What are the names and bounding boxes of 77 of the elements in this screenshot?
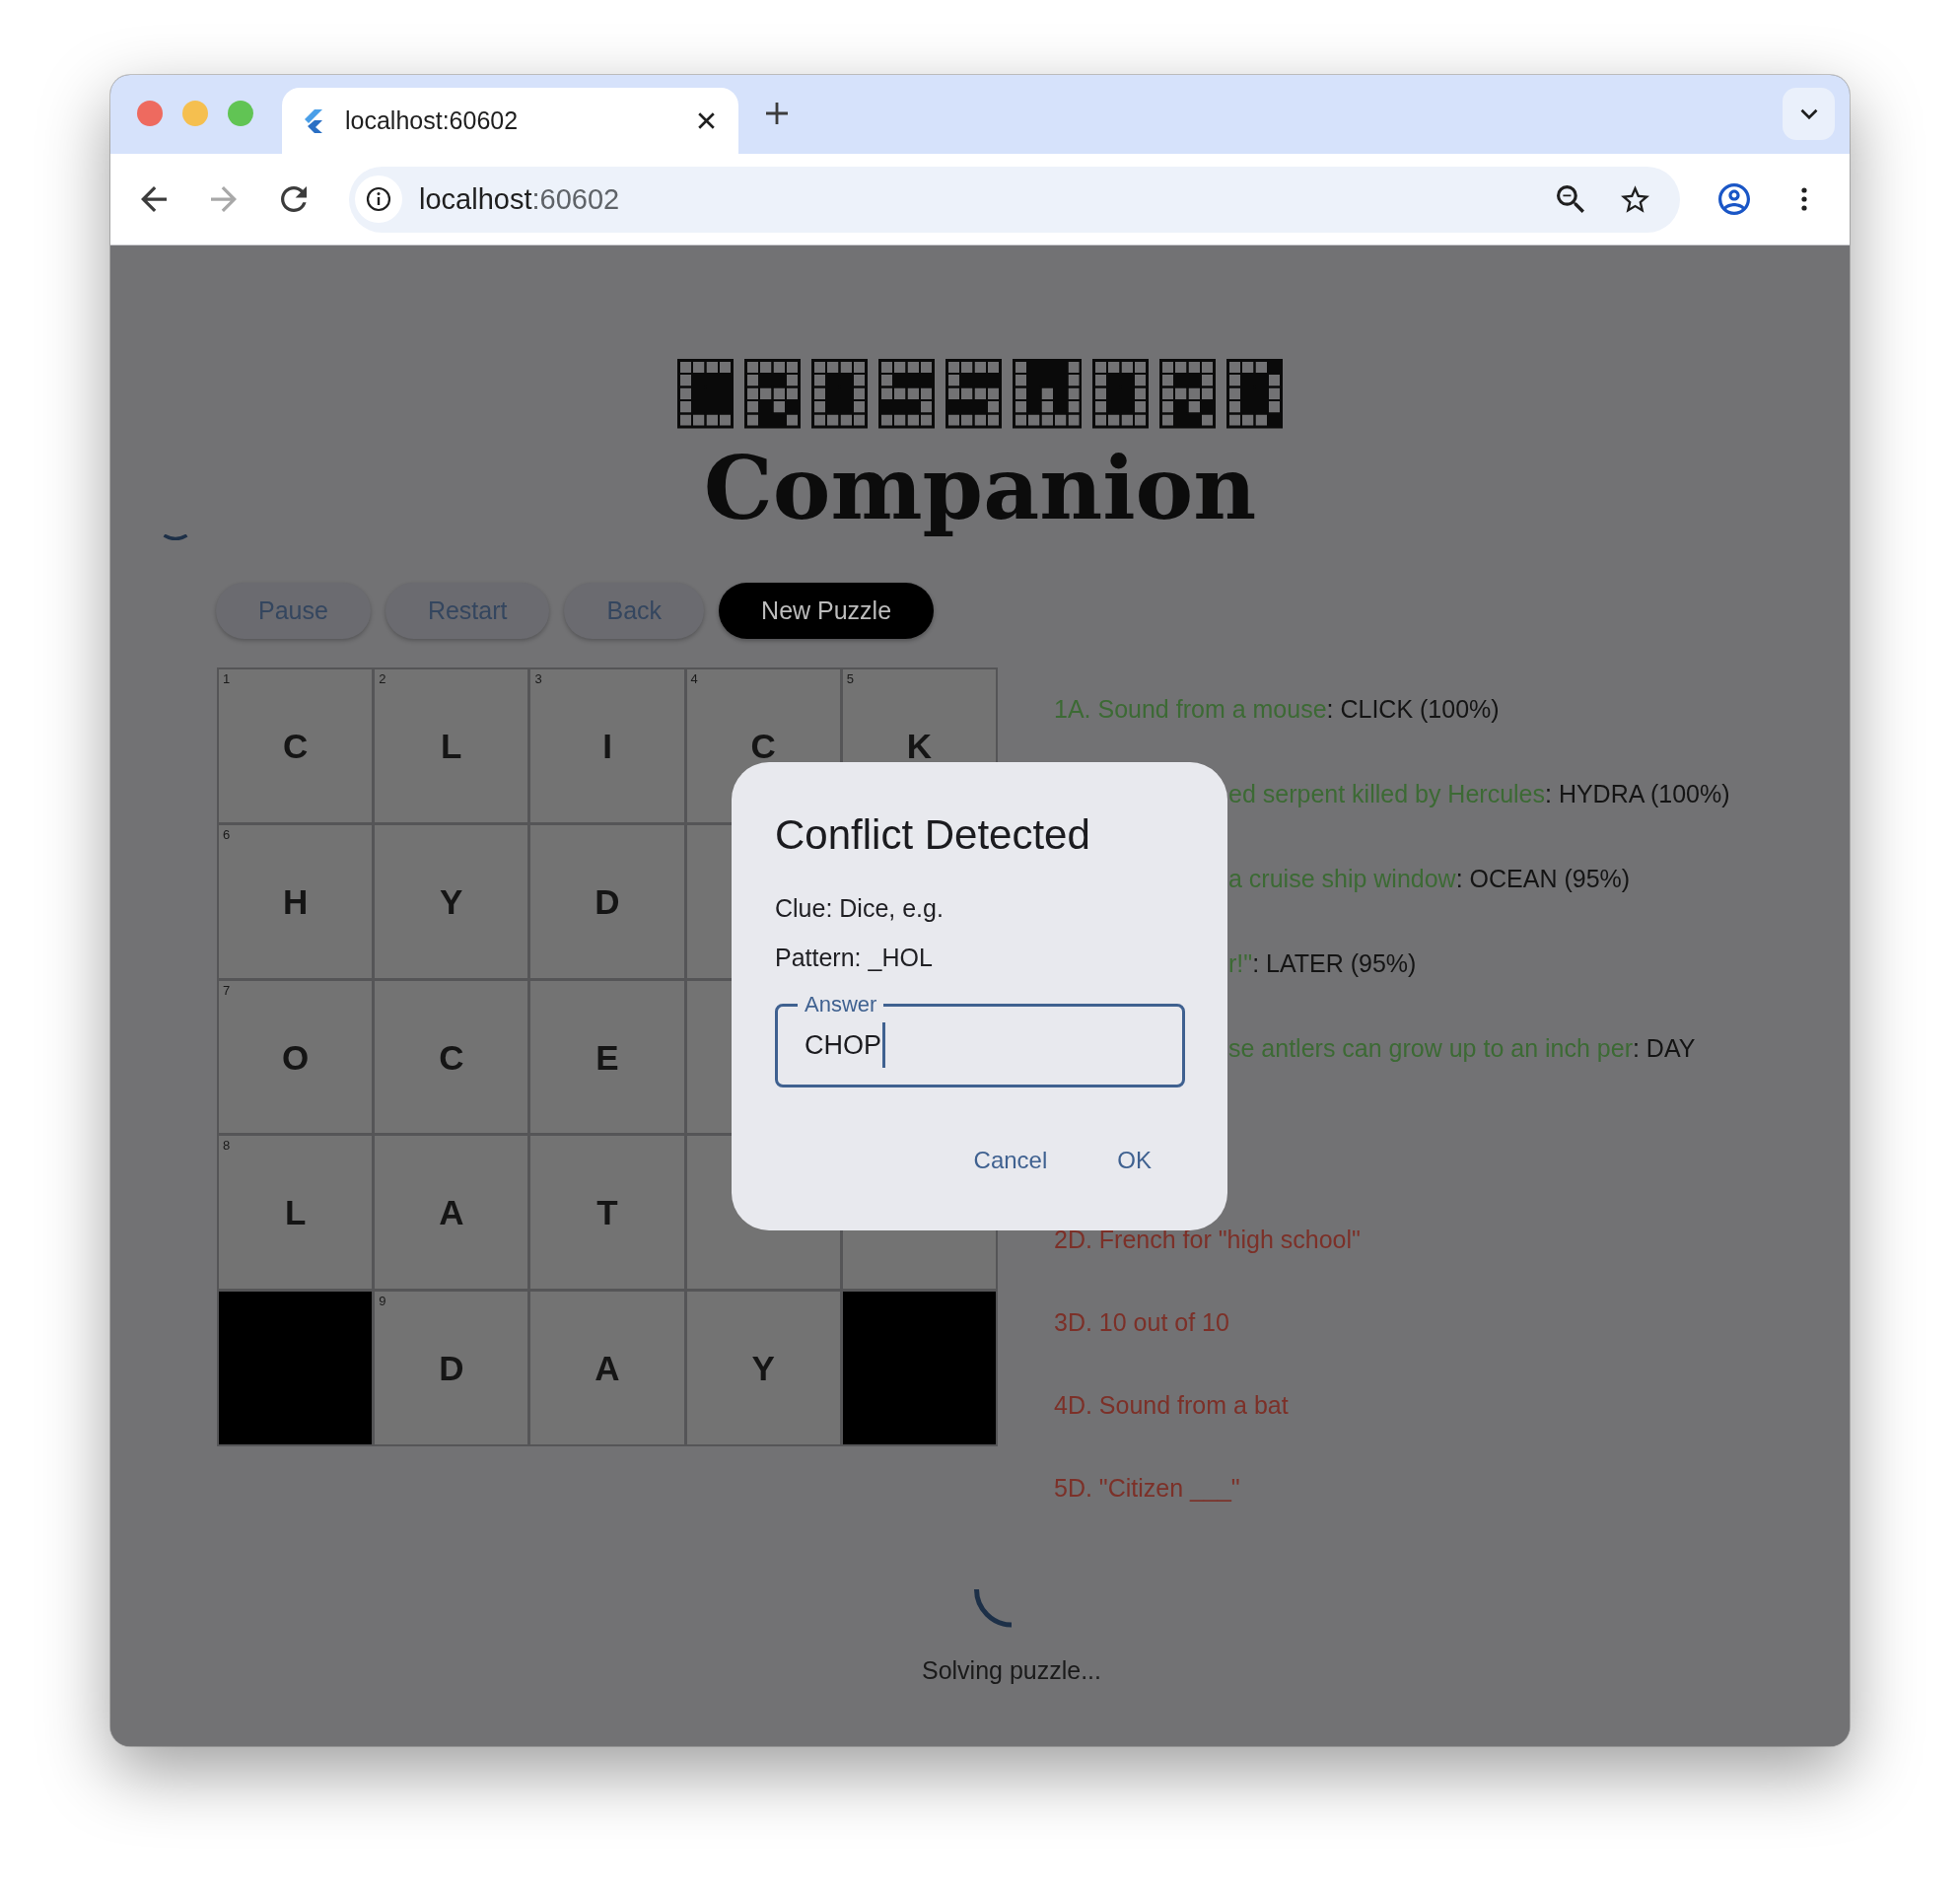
maximize-dot-icon[interactable] — [228, 101, 253, 126]
cell-number: 5 — [846, 672, 855, 686]
grid-cell[interactable]: Y — [375, 824, 528, 978]
grid-cell[interactable]: 9 D — [375, 1292, 528, 1445]
dialog-text: Pattern: _HOL — [775, 943, 934, 972]
cell-letter: C — [439, 1039, 464, 1075]
cell-letter: C — [282, 729, 309, 763]
address-bar[interactable]: localhost:60602 — [349, 166, 1680, 233]
cell-letter: O — [281, 1039, 310, 1075]
reload-icon[interactable] — [281, 186, 307, 212]
grid-cell[interactable]: E — [530, 980, 684, 1134]
arc-icon — [163, 534, 188, 540]
minimize-dot-icon[interactable] — [182, 101, 208, 126]
cell-number: 2 — [379, 672, 386, 686]
text-cursor-icon — [882, 1022, 885, 1068]
pixel-letter-icon — [1092, 359, 1150, 429]
pixel-letter-icon — [877, 359, 935, 429]
cell-letter: H — [282, 883, 309, 919]
grid-cell[interactable]: D — [530, 824, 684, 978]
grid-cell[interactable]: 8 L — [219, 1136, 373, 1290]
grid-cell[interactable]: T — [530, 1136, 684, 1290]
cell-letter: Y — [440, 883, 463, 919]
grid-cell[interactable]: 6 H — [219, 824, 373, 978]
cell-letter: L — [284, 1195, 307, 1230]
back-arrow-icon[interactable] — [141, 186, 167, 212]
cell-letter: D — [595, 883, 620, 919]
cell-number: 8 — [223, 1139, 231, 1153]
pixel-letter-icon — [810, 359, 868, 429]
browser-tab[interactable]: localhost:60602 — [282, 88, 738, 154]
dialog-text: Clue: Dice, e.g. — [775, 893, 945, 923]
cell-letter: T — [596, 1195, 618, 1230]
close-icon[interactable] — [698, 112, 715, 129]
pixel-letter-icon — [945, 359, 1002, 429]
cell-number: 4 — [690, 672, 698, 686]
cell-number: 6 — [223, 827, 231, 841]
grid-cell[interactable]: Y — [686, 1292, 840, 1445]
cell-letter: C — [750, 729, 776, 763]
star-icon[interactable] — [1621, 185, 1649, 213]
plus-icon[interactable] — [766, 103, 788, 124]
cell-letter: Y — [751, 1351, 775, 1386]
clue-text[interactable]: 1A. Sound from a mouse: CLICK (100%) — [1054, 694, 1730, 725]
cell-number: 9 — [379, 1295, 386, 1308]
grid-cell[interactable]: 7 O — [219, 980, 373, 1134]
new-puzzle-button[interactable]: New Puzzle — [719, 583, 935, 640]
status-text: Solving puzzle... — [921, 1654, 1101, 1685]
cell-letter: E — [595, 1039, 619, 1075]
more-menu-icon[interactable] — [1801, 187, 1807, 211]
pixel-letter-icon — [1226, 359, 1284, 429]
pixel-letter-icon — [1159, 359, 1217, 429]
chevron-down-icon — [1799, 108, 1818, 119]
cell-letter: L — [441, 729, 462, 763]
profile-icon[interactable] — [1718, 183, 1750, 215]
ok-button[interactable]: OK — [1093, 1137, 1175, 1184]
cell-number: 1 — [223, 672, 231, 686]
pixel-letter-icon — [1012, 359, 1083, 429]
cancel-button[interactable]: Cancel — [949, 1137, 1072, 1184]
grid-cell[interactable]: 3 I — [530, 669, 684, 822]
grid-cell[interactable]: A — [530, 1292, 684, 1445]
cell-letter: K — [906, 729, 933, 763]
pixel-letter-icon — [676, 359, 734, 429]
cell-letter: A — [439, 1195, 464, 1230]
cell-number: 7 — [223, 983, 231, 997]
zoom-icon[interactable] — [1557, 185, 1584, 213]
tab-search-button[interactable] — [1783, 88, 1835, 140]
grid-cell[interactable]: 1 C — [219, 669, 373, 822]
grid-cell[interactable]: 2 L — [375, 669, 528, 822]
cell-number: 3 — [534, 672, 542, 686]
close-dot-icon[interactable] — [137, 101, 163, 126]
info-icon[interactable] — [355, 175, 402, 223]
chevron-logo-icon — [303, 108, 322, 133]
cell-letter: A — [595, 1351, 620, 1386]
cell-letter: D — [439, 1351, 464, 1386]
grid-cell[interactable]: A — [375, 1136, 528, 1290]
app-title: Companion — [703, 436, 1257, 541]
cell-letter: I — [602, 729, 612, 763]
pixel-letter-icon — [743, 359, 801, 429]
grid-cell[interactable]: C — [375, 980, 528, 1134]
